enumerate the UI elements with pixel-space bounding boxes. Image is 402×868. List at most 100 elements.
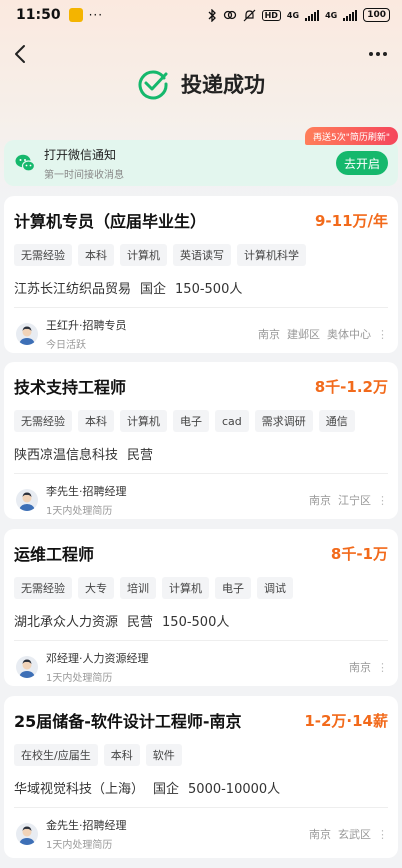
more-dots-icon [369,52,387,56]
mute-bell-icon [243,9,256,21]
more-vertical-icon[interactable]: ⋮ [377,661,388,674]
company-field: 民营 [127,448,154,463]
job-salary: 1-2万·14薪 [304,711,388,730]
job-title: 技术支持工程师 [14,378,127,397]
company-field: 150-500人 [162,615,230,630]
job-tag: 需求调研 [254,410,313,432]
enable-notification-button[interactable]: 去开启 [336,151,388,175]
notification-app-icon [68,8,83,22]
job-tag: cad [215,410,249,432]
job-tag: 电子 [215,577,251,599]
company-field: 陕西凉温信息科技 [14,448,119,463]
job-tag: 计算机 [120,244,167,266]
recruiter-row: 金先生·招聘经理 1天内处理简历 南京 玄武区 ⋮ [14,817,388,851]
job-tag: 本科 [78,244,114,266]
job-card[interactable]: 25届储备-软件设计工程师-南京 1-2万·14薪 在校生/应届生 本科 软件 华域… [4,696,398,858]
job-tags: 在校生/应届生 本科 软件 [14,744,388,766]
recruiter-avatar [16,823,38,845]
recruiter-name: 邓经理·人力资源经理 [46,652,149,665]
promo-badge: 再送5次"简历刷新" [304,127,398,145]
company-info: 湖北承众人力资源 民营 150-500人 [14,611,388,630]
page-title: 投递成功 [181,73,265,97]
job-location: 南京 [349,661,371,674]
hd-icon: HD [261,9,281,21]
chevron-left-icon [15,45,25,63]
wechat-notice-card[interactable]: 打开微信通知 第一时间接收消息 去开启 [4,140,398,186]
signal-icon [305,9,320,21]
job-tag: 本科 [78,410,114,432]
job-tag: 培训 [120,577,156,599]
job-title: 运维工程师 [14,545,95,564]
company-field: 国企 [140,282,167,297]
battery-icon: 100 [363,8,390,22]
job-tag: 无需经验 [14,577,72,599]
divider [14,307,388,308]
recruiter-avatar [16,489,38,511]
company-field: 5000-10000人 [188,782,281,797]
recruiter-avatar [16,656,38,678]
avatar-icon [19,659,35,678]
job-tag: 计算机科学 [237,244,306,266]
company-field: 国企 [153,782,180,797]
divider [14,473,388,474]
company-info: 陕西凉温信息科技 民营 [14,444,388,463]
job-card[interactable]: 技术支持工程师 8千-1.2万 无需经验 本科 计算机 电子 cad 需求调研 通信 陕西凉… [4,362,398,519]
status-icons: HD 4G 4G 100 [207,8,390,22]
job-tag: 电子 [173,410,209,432]
job-tag: 无需经验 [14,410,72,432]
recruiter-row: 邓经理·人力资源经理 1天内处理简历 南京 ⋮ [14,650,388,684]
job-tag: 英语读写 [173,244,231,266]
job-tag: 计算机 [120,410,167,432]
job-card[interactable]: 计算机专员（应届毕业生） 9-11万/年 无需经验 本科 计算机 英语读写 计算机科学 … [4,196,398,353]
recruiter-status: 今日活跃 [46,340,86,351]
company-info: 华域视觉科技（上海） 国企 5000-10000人 [14,778,388,797]
job-tag: 通信 [318,410,355,432]
avatar-icon [19,326,35,345]
check-circle-icon [138,70,168,100]
divider [14,640,388,641]
avatar-icon [19,826,35,845]
more-vertical-icon[interactable]: ⋮ [377,494,388,507]
job-tag: 在校生/应届生 [14,744,98,766]
network-type-1: 4G [286,10,300,20]
recruiter-status: 1天内处理简历 [46,506,113,517]
signal-icon-2 [343,9,358,21]
company-field: 华域视觉科技（上海） [14,782,145,797]
job-tag: 调试 [257,577,293,599]
more-vertical-icon[interactable]: ⋮ [377,328,388,341]
job-salary: 8千-1.2万 [314,377,388,396]
network-type-2: 4G [325,10,338,20]
job-location: 南京 玄武区 [309,828,371,841]
job-tag: 计算机 [162,577,209,599]
job-tags: 无需经验 本科 计算机 电子 cad 需求调研 通信 [14,410,388,432]
success-header: 投递成功 [0,64,402,104]
recruiter-status: 1天内处理简历 [46,840,113,851]
job-salary: 9-11万/年 [314,211,388,230]
wechat-notice-title: 打开微信通知 [44,147,117,162]
wechat-notice-subtitle: 第一时间接收消息 [44,169,124,181]
company-info: 江苏长江纺织品贸易 国企 150-500人 [14,278,388,297]
recruiter-row: 李先生·招聘经理 1天内处理简历 南京 江宁区 ⋮ [14,483,388,517]
job-salary: 8千-1万 [330,544,388,563]
job-location: 南京 建邺区 奥体中心 [258,328,371,341]
job-tags: 无需经验 本科 计算机 英语读写 计算机科学 [14,244,388,266]
job-title: 计算机专员（应届毕业生） [14,212,207,231]
job-tag: 大专 [78,577,114,599]
company-field: 民营 [127,615,154,630]
job-tag: 无需经验 [14,244,72,266]
status-time: 11:50 [16,7,61,23]
recruiter-name: 王红升·招聘专员 [46,319,127,332]
recruiter-row: 王红升·招聘专员 今日活跃 南京 建邺区 奥体中心 ⋮ [14,317,388,351]
job-tag: 本科 [103,744,140,766]
job-location: 南京 江宁区 [309,494,371,507]
company-field: 湖北承众人力资源 [14,615,119,630]
recruiter-name: 金先生·招聘经理 [46,819,127,832]
recruiter-status: 1天内处理简历 [46,673,113,684]
recruiter-avatar [16,323,38,345]
job-title: 25届储备-软件设计工程师-南京 [14,712,242,731]
more-vertical-icon[interactable]: ⋮ [377,828,388,841]
job-tag: 软件 [145,744,182,766]
company-field: 150-500人 [175,282,243,297]
status-bar: 11:50 ··· HD 4G 4G 100 [0,0,402,30]
job-card[interactable]: 运维工程师 8千-1万 无需经验 大专 培训 计算机 电子 调试 湖北承众人力资源 民营 15… [4,529,398,686]
